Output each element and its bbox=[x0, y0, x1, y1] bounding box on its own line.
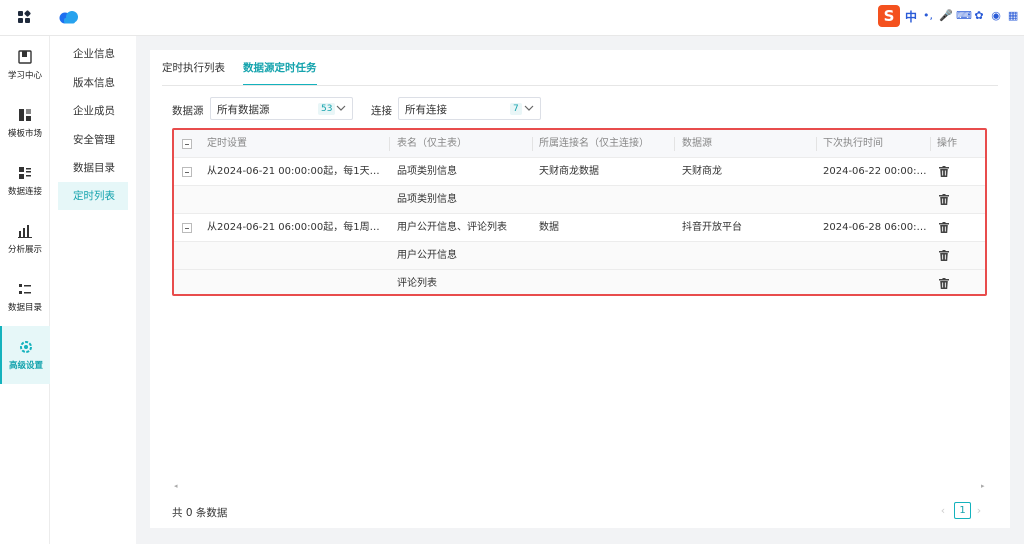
scroll-left-icon[interactable]: ◂ bbox=[174, 482, 178, 490]
sidebar-item-analysis[interactable]: 分析展示 bbox=[0, 210, 50, 268]
tab-datasource-schedule[interactable]: 数据源定时任务 bbox=[243, 50, 317, 86]
source-select[interactable]: 所有数据源 53 bbox=[210, 97, 353, 120]
cell-next-run: 2024-06-22 00:00:00 bbox=[823, 166, 928, 177]
delete-icon[interactable] bbox=[939, 194, 949, 205]
ime-punct-icon[interactable]: •, bbox=[922, 10, 934, 22]
tab-divider bbox=[162, 85, 998, 86]
ime-menu-icon[interactable]: ▦ bbox=[1007, 10, 1019, 22]
top-bar: S 中 •, 🎤 ⌨ ✿ ◉ ▦ bbox=[0, 0, 1024, 36]
sidebar-item-label: 数据目录 bbox=[7, 302, 42, 313]
header-table-name: 表名（仅主表） bbox=[397, 138, 467, 149]
sidebar-item-label: 高级设置 bbox=[8, 360, 43, 371]
delete-icon[interactable] bbox=[939, 166, 949, 177]
sidebar-item-label: 模板市场 bbox=[7, 128, 42, 139]
prev-page-icon[interactable]: ‹ bbox=[938, 505, 948, 517]
page-number-button[interactable]: 1 bbox=[954, 502, 971, 519]
cell-next-run: 2024-06-28 06:00:00 bbox=[823, 222, 928, 233]
chevron-down-icon bbox=[336, 105, 346, 111]
subnav-item-security[interactable]: 安全管理 bbox=[58, 126, 128, 154]
main-panel: 定时执行列表 数据源定时任务 数据源 所有数据源 53 连接 所有连接 7 定时… bbox=[150, 50, 1010, 528]
sidebar-item-templates[interactable]: 模板市场 bbox=[0, 94, 50, 152]
sogou-ime-icon[interactable]: S bbox=[878, 5, 900, 27]
gear-icon bbox=[20, 340, 32, 353]
sidebar-item-label: 数据连接 bbox=[7, 186, 42, 197]
collapse-row-button[interactable] bbox=[182, 223, 192, 233]
cell-schedule: 从2024-06-21 06:00:00起，每1周同步一次 bbox=[207, 222, 387, 233]
cell-table-name: 评论列表 bbox=[397, 278, 437, 289]
ime-keyboard-icon[interactable]: ⌨ bbox=[956, 10, 972, 22]
settings-subnav: 企业信息 版本信息 企业成员 安全管理 数据目录 定时列表 bbox=[50, 36, 136, 544]
sidebar-item-advanced-settings[interactable]: 高级设置 bbox=[0, 326, 50, 384]
next-page-icon[interactable]: › bbox=[974, 505, 984, 517]
app-grid-icon[interactable] bbox=[18, 9, 32, 24]
ime-game-icon[interactable]: ◉ bbox=[990, 10, 1002, 22]
sidebar-item-data-connect[interactable]: 数据连接 bbox=[0, 152, 50, 210]
cell-schedule: 从2024-06-21 00:00:00起，每1天同步一次 bbox=[207, 166, 387, 177]
cell-source: 天财商龙 bbox=[682, 166, 722, 177]
chart-icon bbox=[18, 224, 32, 238]
table-header: 定时设置 表名（仅主表） 所属连接名（仅主连接） 数据源 下次执行时间 操作 bbox=[174, 130, 985, 158]
schedule-table: 定时设置 表名（仅主表） 所属连接名（仅主连接） 数据源 下次执行时间 操作 从… bbox=[172, 128, 987, 296]
delete-icon[interactable] bbox=[939, 278, 949, 289]
table-row: 从2024-06-21 06:00:00起，每1周同步一次 用户公开信息、评论列… bbox=[174, 214, 985, 242]
book-icon bbox=[18, 49, 32, 64]
source-filter-label: 数据源 bbox=[172, 105, 204, 117]
table-row: 品项类别信息 bbox=[174, 186, 985, 214]
conn-filter-label: 连接 bbox=[371, 105, 392, 117]
cloud-logo-icon bbox=[59, 11, 78, 24]
sidebar-item-learning[interactable]: 学习中心 bbox=[0, 36, 50, 94]
source-select-value: 所有数据源 bbox=[217, 104, 270, 116]
table-row: 从2024-06-21 00:00:00起，每1天同步一次 品项类别信息 天财商… bbox=[174, 158, 985, 186]
ime-chinese-toggle[interactable]: 中 bbox=[905, 8, 917, 25]
header-actions: 操作 bbox=[937, 138, 957, 149]
subnav-item-data-catalog[interactable]: 数据目录 bbox=[58, 154, 128, 182]
header-schedule: 定时设置 bbox=[207, 138, 247, 149]
delete-icon[interactable] bbox=[939, 250, 949, 261]
tab-schedule-list[interactable]: 定时执行列表 bbox=[162, 50, 225, 86]
chevron-down-icon bbox=[524, 105, 534, 111]
tab-bar: 定时执行列表 数据源定时任务 bbox=[162, 50, 317, 86]
header-source: 数据源 bbox=[682, 138, 712, 149]
ime-skin-icon[interactable]: ✿ bbox=[973, 10, 985, 22]
conn-count-badge: 7 bbox=[510, 103, 522, 115]
subnav-item-version-info[interactable]: 版本信息 bbox=[58, 69, 128, 97]
cell-table-name: 品项类别信息 bbox=[397, 194, 457, 205]
total-count: 共 0 条数据 bbox=[172, 507, 228, 519]
header-connection: 所属连接名（仅主连接） bbox=[539, 138, 649, 149]
collapse-row-button[interactable] bbox=[182, 167, 192, 177]
cell-connection: 天财商龙数据 bbox=[539, 166, 599, 177]
ime-toolbar: S 中 •, 🎤 ⌨ ✿ ◉ ▦ bbox=[878, 4, 1019, 28]
sidebar-item-catalog[interactable]: 数据目录 bbox=[0, 268, 50, 326]
conn-select-value: 所有连接 bbox=[405, 104, 447, 116]
subnav-item-company-info[interactable]: 企业信息 bbox=[58, 40, 128, 68]
source-count-badge: 53 bbox=[318, 103, 336, 115]
header-next-run: 下次执行时间 bbox=[823, 138, 883, 149]
sidebar-item-label: 学习中心 bbox=[7, 70, 42, 81]
collapse-all-button[interactable] bbox=[182, 139, 192, 149]
catalog-icon bbox=[19, 283, 31, 294]
table-row: 用户公开信息 bbox=[174, 242, 985, 270]
subnav-item-schedule-list[interactable]: 定时列表 bbox=[58, 182, 128, 210]
scroll-right-icon[interactable]: ▸ bbox=[981, 482, 985, 490]
cell-table-name: 用户公开信息 bbox=[397, 250, 457, 261]
delete-icon[interactable] bbox=[939, 222, 949, 233]
conn-select[interactable]: 所有连接 7 bbox=[398, 97, 541, 120]
cell-source: 抖音开放平台 bbox=[682, 222, 742, 233]
table-row: 评论列表 bbox=[174, 270, 985, 294]
cell-table-name: 用户公开信息、评论列表 bbox=[397, 222, 507, 233]
sidebar-item-label: 分析展示 bbox=[7, 244, 42, 255]
template-icon bbox=[19, 108, 31, 121]
main-sidebar: 学习中心 模板市场 数据连接 分析展示 数据目录 高级设置 bbox=[0, 36, 50, 544]
data-connect-icon bbox=[19, 166, 31, 179]
subnav-item-members[interactable]: 企业成员 bbox=[58, 97, 128, 125]
cell-table-name: 品项类别信息 bbox=[397, 166, 457, 177]
cell-connection: 数据 bbox=[539, 222, 559, 233]
ime-mic-icon[interactable]: 🎤 bbox=[939, 10, 953, 22]
